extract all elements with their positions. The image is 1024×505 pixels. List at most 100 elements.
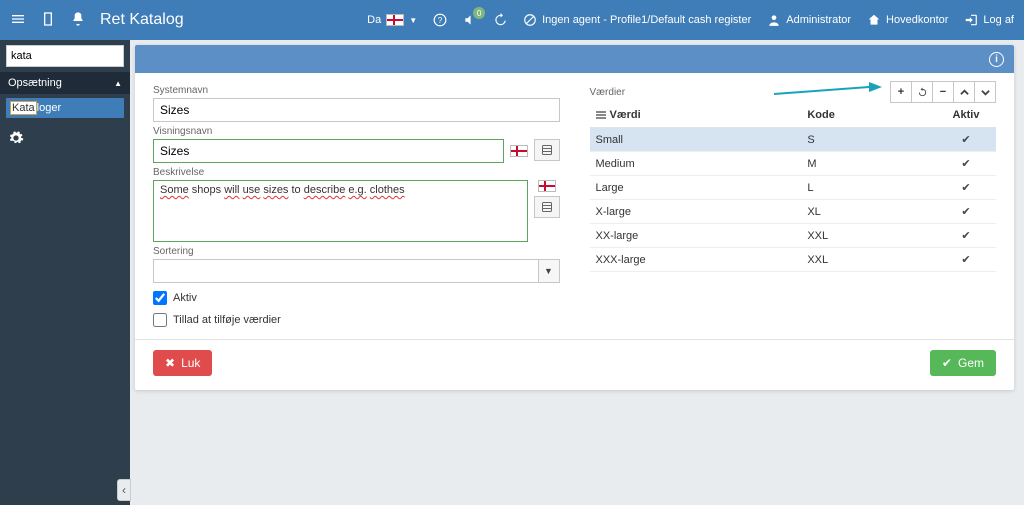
form-column: Systemnavn Visningsnavn Beskrivelse Some… <box>153 81 560 327</box>
sortering-label: Sortering <box>153 246 560 257</box>
tillad-checkbox-input[interactable] <box>153 313 167 327</box>
section-label: Opsætning <box>8 77 62 89</box>
refresh-icon <box>917 87 928 98</box>
values-column: Værdier + − <box>590 81 997 327</box>
table-row[interactable]: SmallS✔ <box>590 128 997 152</box>
refresh-button[interactable] <box>911 81 933 103</box>
flag-dk-icon[interactable] <box>538 180 556 192</box>
sidebar-search-input[interactable] <box>6 45 124 67</box>
page-title: Ret Katalog <box>100 11 184 29</box>
sidebar-settings[interactable] <box>0 122 130 157</box>
aktiv-checkbox-input[interactable] <box>153 291 167 305</box>
save-label: Gem <box>958 356 984 370</box>
hq-link[interactable]: Hovedkontor <box>867 13 948 27</box>
tillad-label: Tillad at tilføje værdier <box>173 314 281 326</box>
caret-up-icon: ▲ <box>114 79 122 88</box>
cell-active: ✔ <box>936 128 996 152</box>
close-button[interactable]: ✖ Luk <box>153 350 212 376</box>
logout-icon <box>964 13 978 27</box>
cell-code: L <box>801 176 936 200</box>
aktiv-label: Aktiv <box>173 292 197 304</box>
cell-value: Large <box>590 176 802 200</box>
list-icon <box>596 111 606 119</box>
sidebar-item-kataloger[interactable]: Kataloger <box>6 98 124 118</box>
aktiv-checkbox[interactable]: Aktiv <box>153 291 560 305</box>
cell-active: ✔ <box>936 200 996 224</box>
values-table: Værdi Kode Aktiv SmallS✔MediumM✔LargeL✔X… <box>590 103 997 272</box>
table-header-row: Værdi Kode Aktiv <box>590 103 997 128</box>
translate-button[interactable] <box>534 196 560 218</box>
sidebar-section-setup[interactable]: Opsætning ▲ <box>0 72 130 94</box>
add-button[interactable]: + <box>890 81 912 103</box>
panel-footer: ✖ Luk ✔ Gem <box>135 340 1014 390</box>
cell-value: Small <box>590 128 802 152</box>
save-button[interactable]: ✔ Gem <box>930 350 996 376</box>
col-value: Værdi <box>610 109 641 121</box>
sortering-select[interactable]: ▼ <box>153 259 560 283</box>
globe-icon <box>541 144 553 156</box>
sidebar-item-rest: loger <box>37 102 61 114</box>
values-toolbar: + − <box>890 81 996 103</box>
sidebar-search <box>0 40 130 72</box>
cell-code: XL <box>801 200 936 224</box>
remove-button[interactable]: − <box>932 81 954 103</box>
check-icon: ✔ <box>942 356 952 370</box>
volume-icon[interactable] <box>463 13 477 27</box>
logout-link[interactable]: Log af <box>964 13 1014 27</box>
beskrivelse-label: Beskrivelse <box>153 167 560 178</box>
language-label: Da <box>367 14 381 26</box>
close-label: Luk <box>181 356 200 370</box>
gear-icon <box>8 130 24 146</box>
main-panel: i Systemnavn Visningsnavn Beskrivelse So… <box>135 45 1014 390</box>
clipboard-icon[interactable] <box>40 11 56 30</box>
cell-active: ✔ <box>936 248 996 272</box>
language-selector[interactable]: Da ▼ <box>367 14 417 26</box>
hamburger-icon[interactable] <box>10 11 26 30</box>
cell-code: XXL <box>801 224 936 248</box>
systemnavn-input[interactable] <box>153 98 560 122</box>
sidebar: Opsætning ▲ Kataloger ‹ <box>0 40 130 505</box>
topbar: Ret Katalog Da ▼ ? Ingen agent - Profile… <box>0 0 1024 40</box>
cell-value: X-large <box>590 200 802 224</box>
flag-dk-icon[interactable] <box>510 145 528 157</box>
topbar-left: Ret Katalog <box>10 11 184 30</box>
visningsnavn-label: Visningsnavn <box>153 126 560 137</box>
bell-icon[interactable] <box>70 11 86 30</box>
info-icon[interactable]: i <box>989 52 1004 67</box>
admin-label: Administrator <box>786 14 851 26</box>
cell-code: M <box>801 152 936 176</box>
table-row[interactable]: XX-largeXXL✔ <box>590 224 997 248</box>
cell-active: ✔ <box>936 152 996 176</box>
beskrivelse-textarea[interactable]: Some shops will use sizes to describe e.… <box>153 180 528 242</box>
close-icon: ✖ <box>165 356 175 370</box>
help-icon[interactable]: ? <box>433 13 447 27</box>
agent-status[interactable]: Ingen agent - Profile1/Default cash regi… <box>523 13 751 27</box>
caret-down-icon[interactable]: ▼ <box>538 259 560 283</box>
sortering-input[interactable] <box>153 259 538 283</box>
cell-value: Medium <box>590 152 802 176</box>
table-row[interactable]: XXX-largeXXL✔ <box>590 248 997 272</box>
move-up-button[interactable] <box>953 81 975 103</box>
sidebar-item-highlight: Kata <box>10 101 37 115</box>
tillad-checkbox[interactable]: Tillad at tilføje værdier <box>153 313 560 327</box>
flag-dk-icon <box>386 14 404 26</box>
col-code: Kode <box>801 103 936 128</box>
table-row[interactable]: X-largeXL✔ <box>590 200 997 224</box>
globe-icon <box>541 201 553 213</box>
admin-link[interactable]: Administrator <box>767 13 851 27</box>
history-icon[interactable] <box>493 13 507 27</box>
cell-value: XXX-large <box>590 248 802 272</box>
chevron-down-icon <box>981 88 990 97</box>
table-row[interactable]: MediumM✔ <box>590 152 997 176</box>
cell-code: S <box>801 128 936 152</box>
table-row[interactable]: LargeL✔ <box>590 176 997 200</box>
panel-header: i <box>135 45 1014 73</box>
translate-button[interactable] <box>534 139 560 161</box>
systemnavn-label: Systemnavn <box>153 85 560 96</box>
visningsnavn-input[interactable] <box>153 139 504 163</box>
values-title: Værdier <box>590 87 626 98</box>
topbar-right: Da ▼ ? Ingen agent - Profile1/Default ca… <box>367 13 1014 27</box>
sidebar-collapse-handle[interactable]: ‹ <box>117 479 131 501</box>
move-down-button[interactable] <box>974 81 996 103</box>
svg-text:?: ? <box>438 16 443 25</box>
